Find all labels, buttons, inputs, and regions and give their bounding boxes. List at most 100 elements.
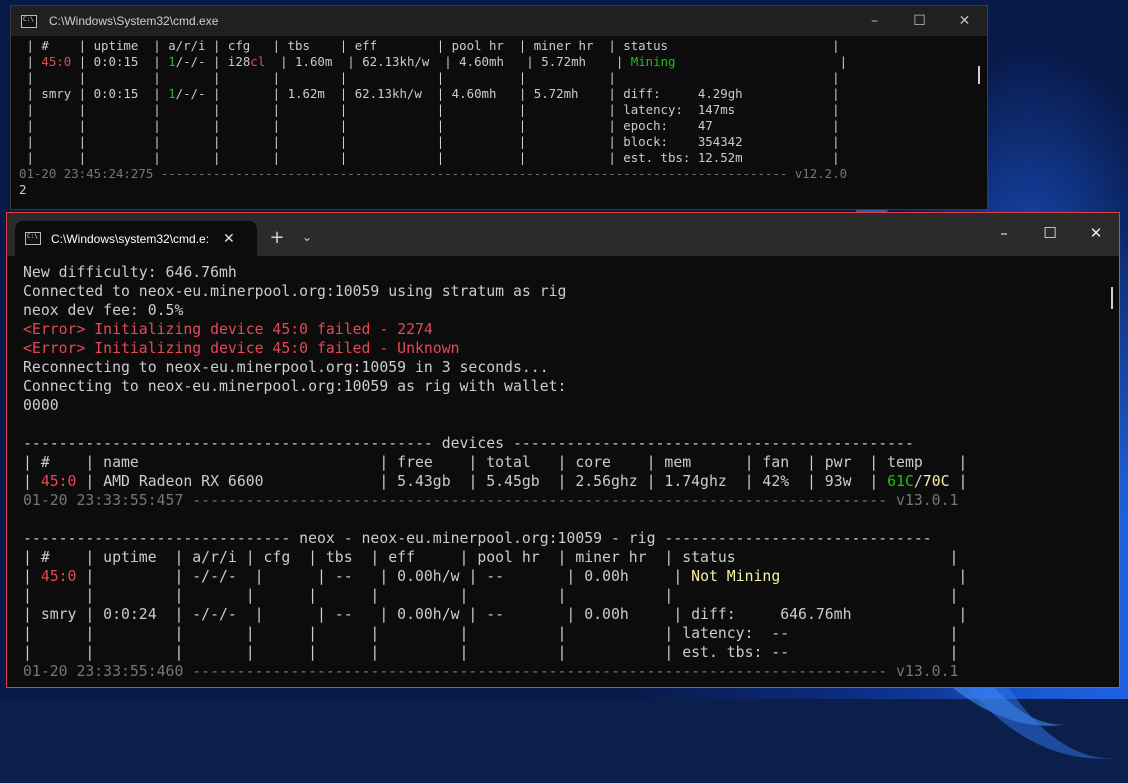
console-text: <Error> Initializing device 45:0 failed …: [23, 340, 460, 357]
console-text: 01-20 23:45:24:275 ---------------------…: [19, 166, 848, 181]
back-console-window[interactable]: C:\ C:\Windows\System32\cmd.exe – ☐ ✕ | …: [10, 5, 988, 210]
console-text: 45:0: [41, 54, 72, 69]
front-console-output[interactable]: New difficulty: 646.76mh Connected to neo…: [23, 263, 1105, 681]
back-console-output[interactable]: | # | uptime | a/r/i | cfg | tbs | eff |…: [19, 38, 967, 198]
console-text: | | -/-/- | | -- | 0.00h/w | -- | 0.00h …: [76, 568, 692, 585]
plus-icon[interactable]: +: [265, 225, 289, 249]
maximize-icon[interactable]: ☐: [897, 6, 942, 36]
console-text: | AMD Radeon RX 6600 | 5.43gb | 5.45gb |…: [76, 473, 888, 490]
console-line: Connected to neox-eu.minerpool.org:10059…: [23, 282, 1105, 301]
console-line: | | | | | | | | | est. tbs: 12.52m |: [19, 150, 967, 166]
back-window-controls: – ☐ ✕: [852, 6, 987, 36]
back-scrollbar-thumb[interactable]: [978, 66, 980, 84]
console-line: Reconnecting to neox-eu.minerpool.org:10…: [23, 358, 1105, 377]
console-line: | # | uptime | a/r/i | cfg | tbs | eff |…: [19, 38, 967, 54]
console-text: | 0:0:15 |: [71, 54, 169, 69]
console-text: |: [780, 568, 968, 585]
tab-close-icon[interactable]: ✕: [223, 231, 235, 247]
console-line: <Error> Initializing device 45:0 failed …: [23, 320, 1105, 339]
console-text: |: [675, 54, 848, 69]
front-terminal-window[interactable]: C:\ C:\Windows\system32\cmd.e: ✕ + ⌄ – ☐…: [6, 212, 1120, 688]
console-text: | # | uptime | a/r/i | cfg | tbs | eff |…: [23, 549, 959, 566]
console-text: ------------------------------ neox - ne…: [23, 530, 932, 547]
console-line: | 45:0 | | -/-/- | | -- | 0.00h/w | -- |…: [23, 567, 1105, 586]
console-text: <Error> Initializing device 45:0 failed …: [23, 321, 433, 338]
console-line: 0000: [23, 396, 1105, 415]
console-text: Connecting to neox-eu.minerpool.org:1005…: [23, 378, 567, 395]
console-line: | | | | | | | | | epoch: 47 |: [19, 118, 967, 134]
console-text: | smry | 0:0:24 | -/-/- | | -- | 0.00h/w…: [23, 606, 968, 623]
console-text: 45:0: [40, 568, 77, 585]
console-text: 61C: [887, 473, 914, 490]
console-line: New difficulty: 646.76mh: [23, 263, 1105, 282]
chevron-down-icon[interactable]: ⌄: [295, 225, 319, 249]
console-text: /-/- | i28: [175, 54, 251, 69]
console-line: 01-20 23:45:24:275 ---------------------…: [19, 166, 967, 182]
tab-title: C:\Windows\system32\cmd.e:: [51, 231, 210, 246]
console-text: /: [913, 473, 923, 490]
console-text: | | | | | | | | | latency: -- |: [23, 625, 959, 642]
console-line: | # | uptime | a/r/i | cfg | tbs | eff |…: [23, 548, 1105, 567]
console-line: ------------------------------ neox - ne…: [23, 529, 1105, 548]
console-text: 1: [168, 86, 176, 101]
console-text: 01-20 23:33:55:457 ---------------------…: [23, 492, 959, 509]
console-line: | | | | | | | | | est. tbs: -- |: [23, 643, 1105, 662]
close-icon[interactable]: ✕: [1073, 213, 1119, 253]
console-text: | | | | | | | | | est. tbs: 12.52m |: [19, 150, 840, 165]
console-text: | | | | | | | | | |: [19, 70, 840, 85]
console-line: | 45:0 | AMD Radeon RX 6600 | 5.43gb | 5…: [23, 472, 1105, 491]
console-text: |: [949, 473, 968, 490]
console-text: ----------------------------------------…: [23, 435, 914, 452]
cmd-icon: C:\: [25, 232, 41, 245]
console-text: | | | | | | | | | |: [23, 587, 959, 604]
console-line: 01-20 23:33:55:457 ---------------------…: [23, 491, 1105, 510]
console-line: | | | | | | | | | latency: -- |: [23, 624, 1105, 643]
console-line: | 45:0 | 0:0:15 | 1/-/- | i28cl | 1.60m …: [19, 54, 967, 70]
console-text: | smry | 0:0:15 |: [19, 86, 169, 101]
cmd-icon: C:\: [21, 14, 37, 28]
console-line: | | | | | | | | | |: [23, 586, 1105, 605]
front-window-controls: – ☐ ✕: [981, 213, 1119, 253]
console-line: 2: [19, 182, 967, 198]
console-line: ----------------------------------------…: [23, 434, 1105, 453]
console-text: Reconnecting to neox-eu.minerpool.org:10…: [23, 359, 549, 376]
console-text: 01-20 23:33:55:460 ---------------------…: [23, 663, 959, 680]
console-text: neox dev fee: 0.5%: [23, 302, 184, 319]
close-icon[interactable]: ✕: [942, 6, 987, 36]
console-line: | smry | 0:0:15 | 1/-/- | | 1.62m | 62.1…: [19, 86, 967, 102]
console-text: 0000: [23, 397, 59, 414]
tab-cmd[interactable]: C:\ C:\Windows\system32\cmd.e: ✕: [15, 221, 257, 256]
console-line: | | | | | | | | | latency: 147ms |: [19, 102, 967, 118]
console-line: <Error> Initializing device 45:0 failed …: [23, 339, 1105, 358]
front-scrollbar-thumb[interactable]: [1111, 287, 1113, 309]
console-line: | smry | 0:0:24 | -/-/- | | -- | 0.00h/w…: [23, 605, 1105, 624]
maximize-icon[interactable]: ☐: [1027, 213, 1073, 253]
console-text: | # | uptime | a/r/i | cfg | tbs | eff |…: [19, 38, 840, 53]
console-text: Not Mining: [691, 568, 781, 585]
console-text: Connected to neox-eu.minerpool.org:10059…: [23, 283, 567, 300]
console-text: | | | | | | | | | epoch: 47 |: [19, 118, 840, 133]
tab-bar: C:\ C:\Windows\system32\cmd.e: ✕ + ⌄ – ☐…: [7, 213, 1119, 256]
minimize-icon[interactable]: –: [981, 213, 1027, 253]
console-line: | | | | | | | | | |: [19, 70, 967, 86]
console-text: /-/- | | 1.62m | 62.13kh/w | 4.60mh | 5.…: [175, 86, 840, 101]
console-text: | # | name | free | total | core | mem |…: [23, 454, 968, 471]
console-text: |: [23, 568, 41, 585]
back-window-title: C:\Windows\System32\cmd.exe: [49, 14, 219, 28]
console-line: | # | name | free | total | core | mem |…: [23, 453, 1105, 472]
back-window-titlebar[interactable]: C:\ C:\Windows\System32\cmd.exe – ☐ ✕: [11, 6, 987, 36]
console-line: Connecting to neox-eu.minerpool.org:1005…: [23, 377, 1105, 396]
console-text: |: [19, 54, 42, 69]
console-text: 1: [168, 54, 176, 69]
console-text: 70C: [922, 473, 950, 490]
console-text: | 1.60m | 62.13kh/w | 4.60mh | 5.72mh |: [265, 54, 631, 69]
console-line: neox dev fee: 0.5%: [23, 301, 1105, 320]
minimize-icon[interactable]: –: [852, 6, 897, 36]
console-text: 45:0: [40, 473, 77, 490]
console-text: |: [23, 473, 41, 490]
console-text: 2: [19, 182, 27, 197]
console-text: | | | | | | | | | block: 354342 |: [19, 134, 840, 149]
console-text: Mining: [630, 54, 676, 69]
console-text: cl: [250, 54, 266, 69]
